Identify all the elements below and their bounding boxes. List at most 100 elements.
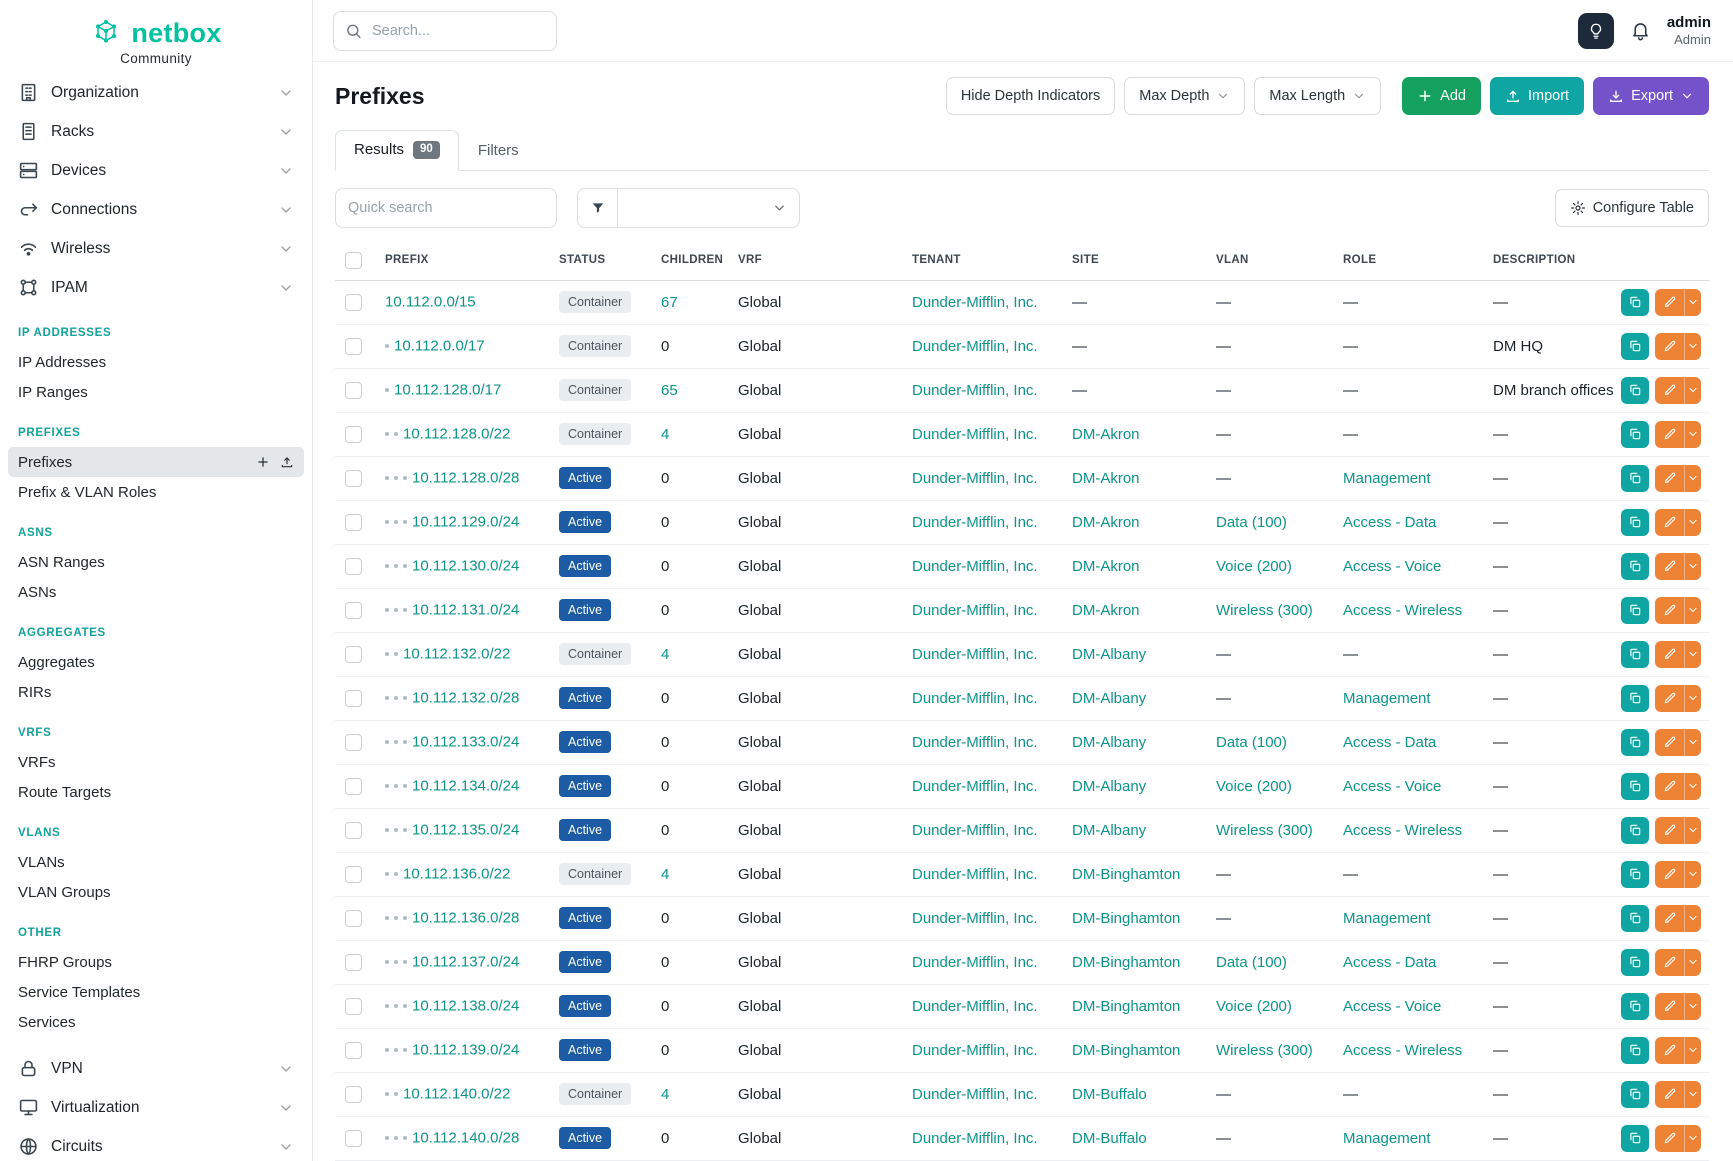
- edit-dropdown-button[interactable]: [1684, 509, 1701, 536]
- clone-button[interactable]: [1621, 861, 1649, 888]
- tenant-link[interactable]: Dunder-Mifflin, Inc.: [912, 998, 1038, 1015]
- row-checkbox[interactable]: [345, 998, 362, 1015]
- tenant-link[interactable]: Dunder-Mifflin, Inc.: [912, 1042, 1038, 1059]
- row-checkbox[interactable]: [345, 866, 362, 883]
- column-header-prefix[interactable]: PREFIX: [377, 241, 551, 281]
- sidebar-item-asn-ranges[interactable]: ASN Ranges: [8, 547, 304, 577]
- prefix-link[interactable]: 10.112.136.0/22: [403, 866, 510, 883]
- role-link[interactable]: Access - Voice: [1343, 998, 1441, 1015]
- site-link[interactable]: DM-Binghamton: [1072, 954, 1180, 971]
- role-link[interactable]: Access - Voice: [1343, 778, 1441, 795]
- edit-dropdown-button[interactable]: [1684, 421, 1701, 448]
- tenant-link[interactable]: Dunder-Mifflin, Inc.: [912, 646, 1038, 663]
- sidebar-item-devices[interactable]: Devices: [0, 151, 312, 190]
- edit-dropdown-button[interactable]: [1684, 333, 1701, 360]
- edit-dropdown-button[interactable]: [1684, 377, 1701, 404]
- clone-button[interactable]: [1621, 509, 1649, 536]
- sidebar-item-vlans[interactable]: VLANs: [8, 847, 304, 877]
- quick-search-input[interactable]: [335, 188, 557, 228]
- edit-dropdown-button[interactable]: [1684, 597, 1701, 624]
- row-checkbox[interactable]: [345, 514, 362, 531]
- edit-button[interactable]: [1655, 421, 1684, 448]
- configure-table-button[interactable]: Configure Table: [1555, 189, 1709, 227]
- site-link[interactable]: DM-Binghamton: [1072, 998, 1180, 1015]
- column-header-children[interactable]: CHILDREN: [653, 241, 730, 281]
- edit-button[interactable]: [1655, 1125, 1684, 1152]
- edit-button[interactable]: [1655, 729, 1684, 756]
- row-checkbox[interactable]: [345, 778, 362, 795]
- site-link[interactable]: DM-Akron: [1072, 514, 1140, 531]
- edit-dropdown-button[interactable]: [1684, 1081, 1701, 1108]
- clone-button[interactable]: [1621, 1125, 1649, 1152]
- edit-button[interactable]: [1655, 553, 1684, 580]
- vlan-link[interactable]: Wireless (300): [1216, 1042, 1313, 1059]
- sidebar-item-prefixes[interactable]: Prefixes: [8, 447, 304, 477]
- children-count-link[interactable]: 65: [661, 382, 678, 399]
- notifications-button[interactable]: [1630, 20, 1651, 41]
- sidebar-item-wireless[interactable]: Wireless: [0, 229, 312, 268]
- user-menu[interactable]: admin Admin: [1667, 14, 1711, 48]
- prefix-link[interactable]: 10.112.140.0/28: [412, 1130, 519, 1147]
- max-length-dropdown[interactable]: Max Length: [1254, 77, 1381, 115]
- clone-button[interactable]: [1621, 773, 1649, 800]
- clone-button[interactable]: [1621, 685, 1649, 712]
- sidebar-item-virtualization[interactable]: Virtualization: [0, 1088, 312, 1127]
- edit-dropdown-button[interactable]: [1684, 817, 1701, 844]
- prefix-link[interactable]: 10.112.128.0/17: [394, 382, 501, 399]
- tenant-link[interactable]: Dunder-Mifflin, Inc.: [912, 910, 1038, 927]
- prefix-link[interactable]: 10.112.140.0/22: [403, 1086, 510, 1103]
- children-count-link[interactable]: 4: [661, 426, 669, 443]
- tenant-link[interactable]: Dunder-Mifflin, Inc.: [912, 294, 1038, 311]
- tenant-link[interactable]: Dunder-Mifflin, Inc.: [912, 954, 1038, 971]
- column-header-description[interactable]: DESCRIPTION: [1485, 241, 1613, 281]
- filter-button[interactable]: [577, 188, 618, 228]
- role-link[interactable]: Access - Voice: [1343, 558, 1441, 575]
- row-checkbox[interactable]: [345, 602, 362, 619]
- clone-button[interactable]: [1621, 421, 1649, 448]
- tenant-link[interactable]: Dunder-Mifflin, Inc.: [912, 514, 1038, 531]
- prefix-link[interactable]: 10.112.133.0/24: [412, 734, 519, 751]
- tab-filters[interactable]: Filters: [459, 130, 538, 171]
- vlan-link[interactable]: Data (100): [1216, 734, 1287, 751]
- edit-button[interactable]: [1655, 333, 1684, 360]
- column-header-status[interactable]: STATUS: [551, 241, 653, 281]
- row-checkbox[interactable]: [345, 294, 362, 311]
- site-link[interactable]: DM-Albany: [1072, 734, 1146, 751]
- row-checkbox[interactable]: [345, 690, 362, 707]
- edit-dropdown-button[interactable]: [1684, 289, 1701, 316]
- edit-button[interactable]: [1655, 949, 1684, 976]
- tenant-link[interactable]: Dunder-Mifflin, Inc.: [912, 1086, 1038, 1103]
- site-link[interactable]: DM-Albany: [1072, 778, 1146, 795]
- site-link[interactable]: DM-Albany: [1072, 646, 1146, 663]
- prefix-link[interactable]: 10.112.134.0/24: [412, 778, 519, 795]
- role-link[interactable]: Management: [1343, 470, 1431, 487]
- edit-dropdown-button[interactable]: [1684, 773, 1701, 800]
- site-link[interactable]: DM-Buffalo: [1072, 1130, 1147, 1147]
- site-link[interactable]: DM-Akron: [1072, 558, 1140, 575]
- site-link[interactable]: DM-Buffalo: [1072, 1086, 1147, 1103]
- clone-button[interactable]: [1621, 817, 1649, 844]
- edit-dropdown-button[interactable]: [1684, 993, 1701, 1020]
- brand-link[interactable]: netbox Community: [0, 0, 312, 73]
- row-checkbox[interactable]: [345, 1130, 362, 1147]
- sidebar-item-ip-addresses[interactable]: IP Addresses: [8, 347, 304, 377]
- sidebar-item-rirs[interactable]: RIRs: [8, 677, 304, 707]
- vlan-link[interactable]: Voice (200): [1216, 998, 1292, 1015]
- clone-button[interactable]: [1621, 597, 1649, 624]
- clone-button[interactable]: [1621, 729, 1649, 756]
- filter-preset-select[interactable]: [618, 188, 800, 228]
- site-link[interactable]: DM-Akron: [1072, 470, 1140, 487]
- children-count-link[interactable]: 4: [661, 646, 669, 663]
- row-checkbox[interactable]: [345, 734, 362, 751]
- role-link[interactable]: Management: [1343, 910, 1431, 927]
- role-link[interactable]: Access - Data: [1343, 954, 1436, 971]
- vlan-link[interactable]: Data (100): [1216, 954, 1287, 971]
- row-checkbox[interactable]: [345, 426, 362, 443]
- edit-button[interactable]: [1655, 817, 1684, 844]
- edit-button[interactable]: [1655, 509, 1684, 536]
- sidebar-item-vlan-groups[interactable]: VLAN Groups: [8, 877, 304, 907]
- prefix-link[interactable]: 10.112.0.0/17: [394, 338, 485, 355]
- clone-button[interactable]: [1621, 949, 1649, 976]
- tenant-link[interactable]: Dunder-Mifflin, Inc.: [912, 690, 1038, 707]
- prefix-link[interactable]: 10.112.138.0/24: [412, 998, 519, 1015]
